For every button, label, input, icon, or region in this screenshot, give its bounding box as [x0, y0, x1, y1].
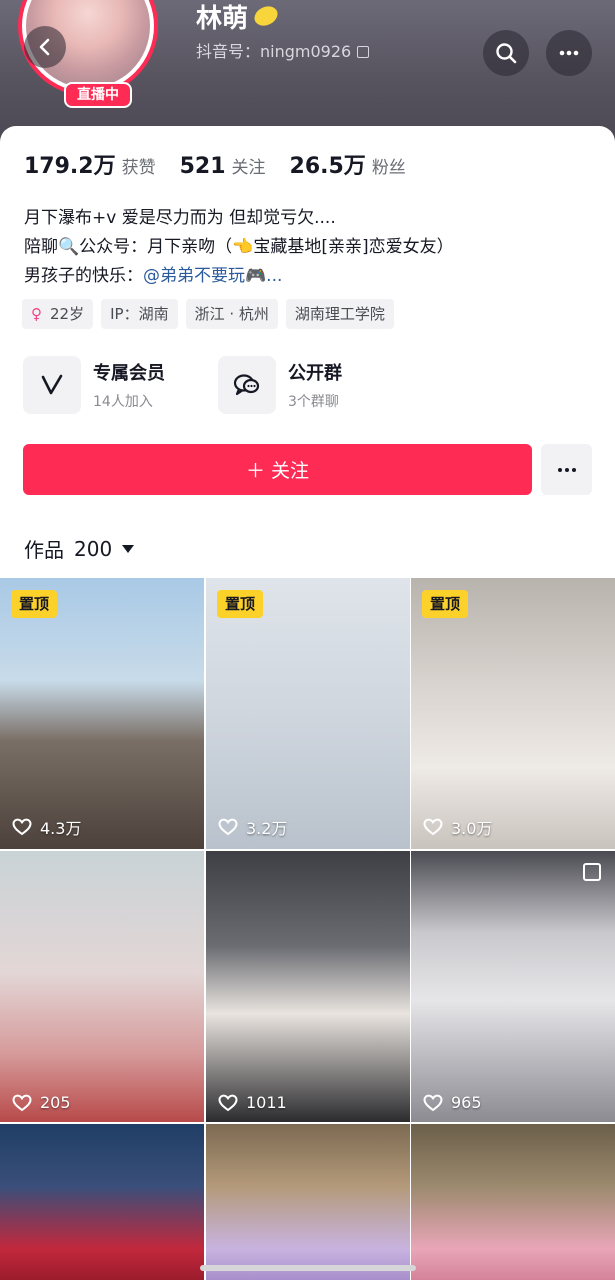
- works-tab[interactable]: 作品 200: [24, 534, 135, 563]
- profile-stats: 179.2万 获赞 521 关注 26.5万 粉丝: [24, 148, 430, 180]
- works-count: 200: [74, 536, 113, 561]
- like-count-text: 3.0万: [451, 819, 493, 838]
- heart-icon: [423, 1094, 443, 1111]
- like-count: 1011: [218, 1093, 287, 1112]
- search-icon: [496, 43, 517, 64]
- school-tag[interactable]: 湖南理工学院: [285, 299, 394, 329]
- lemon-emoji-icon: [251, 2, 281, 30]
- home-indicator[interactable]: [200, 1265, 416, 1271]
- more-dots-icon: [559, 50, 579, 56]
- video-thumbnail[interactable]: [0, 1124, 204, 1280]
- douyin-id[interactable]: 抖音号：ningm0926: [196, 38, 370, 62]
- gallery-icon: [583, 863, 601, 881]
- like-count-text: 3.2万: [246, 819, 288, 838]
- video-thumbnail[interactable]: 置顶 4.3万: [0, 578, 204, 849]
- works-tab-label: 作品: [24, 538, 64, 562]
- heart-icon: [423, 818, 443, 836]
- pinned-badge: 置顶: [217, 590, 264, 618]
- location-tag[interactable]: 浙江 · 杭州: [185, 299, 278, 329]
- search-button[interactable]: [483, 30, 529, 76]
- profile-nickname: 林萌: [196, 0, 281, 35]
- membership-text: 专属会员 14人加入: [93, 359, 165, 411]
- chevron-left-icon: [39, 38, 50, 56]
- heart-icon: [218, 818, 238, 836]
- like-count: 4.3万: [12, 815, 81, 839]
- age-tag: ♀ 22岁: [22, 299, 94, 329]
- video-thumbnail[interactable]: 205: [0, 851, 204, 1122]
- membership-title: 专属会员: [93, 363, 165, 384]
- like-count: 3.2万: [218, 815, 287, 839]
- copy-icon[interactable]: [357, 46, 370, 58]
- age-tag-label: 22岁: [50, 305, 85, 323]
- video-thumbnail[interactable]: 965: [411, 851, 615, 1122]
- vip-v-icon: [41, 374, 63, 395]
- nickname-text: 林萌: [196, 4, 249, 34]
- pinned-badge: 置顶: [422, 590, 469, 618]
- likes-label: 获赞: [121, 158, 156, 178]
- following-label[interactable]: 关注: [232, 153, 266, 178]
- heart-icon: [12, 1094, 32, 1111]
- membership-entry[interactable]: 专属会员 14人加入: [23, 356, 165, 414]
- like-count-text: 965: [451, 1093, 482, 1112]
- like-count-text: 205: [40, 1093, 71, 1112]
- bio: 月下瀑布+v 爱是尽力而为 但却觉亏欠.... 陪聊🔍公众号：月下亲吻（👈宝藏基…: [24, 204, 594, 291]
- like-count: 965: [423, 1093, 482, 1112]
- video-thumbnail[interactable]: [206, 1124, 410, 1280]
- bio-line-3-prefix: 男孩子的快乐：: [24, 266, 143, 286]
- video-thumbnail[interactable]: 置顶 3.2万: [206, 578, 410, 849]
- bio-line-3: 男孩子的快乐：@弟弟不要玩🎮...: [24, 262, 594, 291]
- profile-tags: ♀ 22岁 IP：湖南 浙江 · 杭州 湖南理工学院: [22, 299, 394, 329]
- caret-down-icon[interactable]: [122, 544, 135, 553]
- ip-tag: IP：湖南: [101, 299, 178, 329]
- back-button[interactable]: [24, 26, 66, 68]
- bio-mention-link[interactable]: @弟弟不要玩🎮...: [143, 266, 282, 286]
- bio-line-1: 月下瀑布+v 爱是尽力而为 但却觉亏欠....: [24, 208, 336, 228]
- pinned-badge: 置顶: [11, 590, 58, 618]
- like-count-text: 1011: [246, 1093, 287, 1112]
- followers-count[interactable]: 26.5万: [290, 148, 366, 180]
- more-options-button[interactable]: [546, 30, 592, 76]
- live-badge[interactable]: 直播中: [64, 82, 132, 108]
- douyin-id-text: 抖音号：ningm0926: [196, 42, 352, 61]
- public-group-entry[interactable]: 公开群 3个群聊: [218, 356, 342, 414]
- bio-line-2: 陪聊🔍公众号：月下亲吻（👈宝藏基地[亲亲]恋爱女友）: [24, 237, 454, 257]
- video-thumbnail[interactable]: 置顶 3.0万: [411, 578, 615, 849]
- video-thumbnail[interactable]: [411, 1124, 615, 1280]
- like-count-text: 4.3万: [40, 819, 82, 838]
- membership-icon-box: [23, 356, 81, 414]
- like-count: 205: [12, 1093, 71, 1112]
- more-dots-icon: [557, 467, 576, 472]
- group-chat-icon: [233, 374, 260, 396]
- heart-icon: [12, 818, 32, 836]
- followers-label[interactable]: 粉丝: [372, 153, 406, 178]
- group-icon-box: [218, 356, 276, 414]
- profile-card: 179.2万 获赞 521 关注 26.5万 粉丝 月下瀑布+v 爱是尽力而为 …: [0, 126, 615, 1280]
- group-text: 公开群 3个群聊: [288, 359, 342, 411]
- more-actions-button[interactable]: [541, 444, 592, 495]
- following-count[interactable]: 521: [180, 154, 226, 179]
- group-subtitle: 3个群聊: [288, 394, 339, 410]
- group-title: 公开群: [288, 363, 342, 384]
- likes-count: 179.2万: [24, 154, 116, 179]
- follow-button[interactable]: ＋ 关注: [23, 444, 532, 495]
- female-icon: ♀: [31, 305, 42, 323]
- like-count: 3.0万: [423, 815, 492, 839]
- membership-subtitle: 14人加入: [93, 394, 153, 410]
- heart-icon: [218, 1094, 238, 1111]
- video-thumbnail[interactable]: 1011: [206, 851, 410, 1122]
